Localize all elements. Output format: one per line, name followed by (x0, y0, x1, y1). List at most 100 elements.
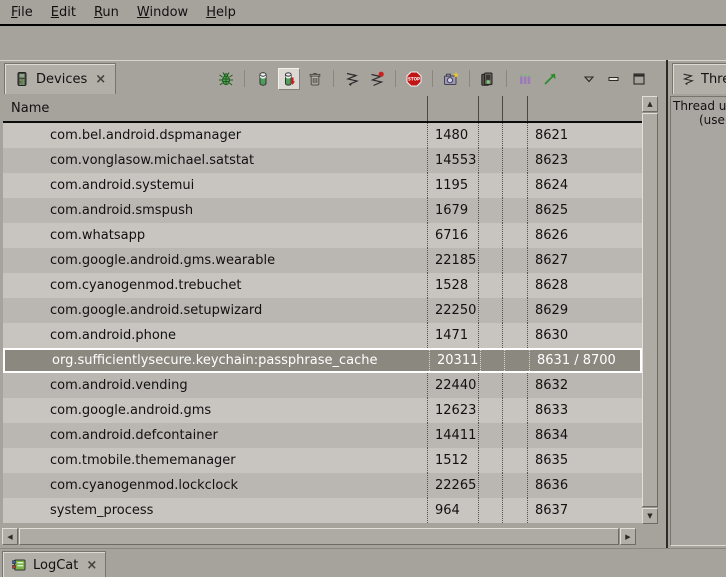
device-phone-icon (14, 71, 30, 87)
empty-cell (503, 473, 528, 498)
process-pid-cell: 22185 (428, 248, 479, 273)
table-row[interactable]: com.android.vending224408632 (3, 373, 642, 398)
table-row[interactable]: com.android.smspush16798625 (3, 198, 642, 223)
process-pid-cell: 22265 (428, 473, 479, 498)
empty-cell (503, 323, 528, 348)
table-row[interactable]: org.sufficientlysecure.keychain:passphra… (3, 348, 642, 373)
menu-item-file[interactable]: File (2, 2, 42, 23)
table-row[interactable]: com.android.defcontainer144118634 (3, 423, 642, 448)
process-pid-cell: 14411 (428, 423, 479, 448)
process-pid-cell: 22250 (428, 298, 479, 323)
empty-cell (479, 223, 503, 248)
scroll-right-icon[interactable]: ▶ (620, 528, 636, 545)
empty-cell (479, 123, 503, 148)
process-pid-cell: 6716 (428, 223, 479, 248)
menu-item-run[interactable]: Run (85, 2, 128, 23)
debug-process-icon[interactable] (216, 69, 236, 89)
ddms-window: FileEditRunWindowHelp Devices × (0, 0, 726, 577)
threads-message-area: Thread updates not enabled for selected … (670, 96, 726, 546)
process-port-cell: 8628 (528, 273, 642, 298)
process-name-cell: com.google.android.gms (3, 398, 428, 423)
process-name-cell: com.cyanogenmod.trebuchet (3, 273, 428, 298)
process-port-cell: 8626 (528, 223, 642, 248)
scroll-up-icon[interactable]: ▲ (642, 96, 658, 112)
empty-cell (479, 373, 503, 398)
process-pid-cell: 1679 (428, 198, 479, 223)
empty-cell (479, 298, 503, 323)
tab-logcat-label: LogCat (33, 558, 78, 573)
stop-process-icon[interactable]: STOP (404, 69, 424, 89)
process-pid-cell: 1528 (428, 273, 479, 298)
threads-panel: Threads Thread updates not enabled for s… (668, 60, 726, 548)
process-port-cell: 8624 (528, 173, 642, 198)
start-method-profiling-icon[interactable] (367, 69, 387, 89)
table-row[interactable]: com.cyanogenmod.trebuchet1528 8628 (3, 273, 642, 298)
empty-cell (503, 223, 528, 248)
view-menu-icon[interactable] (579, 69, 599, 89)
table-row[interactable]: com.cyanogenmod.lockclock22265 8636 (3, 473, 642, 498)
update-heap-icon[interactable] (253, 69, 273, 89)
horizontal-scrollbar[interactable]: ◀ ▶ (2, 528, 636, 545)
menu-item-help[interactable]: Help (197, 2, 245, 23)
toolbar-separator (432, 70, 433, 87)
process-port-cell: 8636 (528, 473, 642, 498)
column-header-empty-2[interactable] (503, 96, 528, 121)
vertical-scrollbar-thumb[interactable] (642, 113, 658, 507)
empty-cell (503, 198, 528, 223)
table-row[interactable]: com.android.systemui11958624 (3, 173, 642, 198)
table-row[interactable]: com.whatsapp67168626 (3, 223, 642, 248)
table-row[interactable]: com.google.android.gms.wearable221858627 (3, 248, 642, 273)
process-name-cell: org.sufficientlysecure.keychain:passphra… (5, 350, 430, 371)
table-row[interactable]: com.bel.android.dspmanager14808621 (3, 123, 642, 148)
column-header-name[interactable]: Name (3, 96, 428, 121)
process-table: com.bel.android.dspmanager14808621com.vo… (3, 123, 642, 523)
empty-cell (503, 373, 528, 398)
column-header-empty-1[interactable] (479, 96, 503, 121)
process-name-cell: system_process (3, 498, 428, 523)
empty-cell (503, 123, 528, 148)
process-port-cell: 8633 (528, 398, 642, 423)
empty-cell (479, 248, 503, 273)
empty-cell (503, 273, 528, 298)
close-icon[interactable]: × (95, 72, 106, 87)
maximize-icon[interactable] (629, 69, 649, 89)
tab-devices[interactable]: Devices × (4, 63, 116, 94)
table-row[interactable]: com.android.phone14718630 (3, 323, 642, 348)
devices-toolbar: STOP (216, 65, 649, 92)
menu-item-edit[interactable]: Edit (42, 2, 85, 23)
empty-cell (503, 498, 528, 523)
table-row[interactable]: com.google.android.gms12623 8633 (3, 398, 642, 423)
process-pid-cell: 1195 (428, 173, 479, 198)
process-port-cell: 8635 (528, 448, 642, 473)
screen-capture-icon[interactable] (441, 69, 461, 89)
tab-devices-label: Devices (36, 72, 87, 87)
process-name-cell: com.android.smspush (3, 198, 428, 223)
vertical-scrollbar[interactable]: ▲ ▼ (642, 96, 658, 524)
scroll-left-icon[interactable]: ◀ (2, 528, 18, 545)
update-threads-icon[interactable] (342, 69, 362, 89)
empty-cell (479, 148, 503, 173)
process-pid-cell: 1480 (428, 123, 479, 148)
dump-hprof-icon[interactable] (278, 68, 300, 90)
process-port-cell: 8631 / 8700 (530, 350, 640, 371)
column-header-pid[interactable] (428, 96, 479, 121)
table-row[interactable]: system_process9648637 (3, 498, 642, 523)
table-row[interactable]: com.vonglasow.michael.satstat145538623 (3, 148, 642, 173)
close-icon[interactable]: × (86, 558, 97, 573)
tab-logcat[interactable]: LogCat × (2, 551, 106, 577)
minimize-icon[interactable] (604, 69, 624, 89)
tab-threads[interactable]: Threads (672, 63, 726, 94)
sysinfo-icon[interactable] (515, 69, 535, 89)
process-name-cell: com.cyanogenmod.lockclock (3, 473, 428, 498)
process-port-cell: 8621 (528, 123, 642, 148)
table-row[interactable]: com.tmobile.thememanager15128635 (3, 448, 642, 473)
table-row[interactable]: com.google.android.setupwizard222508629 (3, 298, 642, 323)
cause-gc-icon[interactable] (305, 69, 325, 89)
start-tracing-icon[interactable] (540, 69, 560, 89)
process-pid-cell: 12623 (428, 398, 479, 423)
capture-device-icon[interactable] (478, 69, 498, 89)
menu-item-window[interactable]: Window (128, 2, 197, 23)
horizontal-scrollbar-thumb[interactable] (19, 528, 619, 545)
column-header-port[interactable] (528, 96, 642, 121)
scroll-down-icon[interactable]: ▼ (642, 508, 658, 524)
